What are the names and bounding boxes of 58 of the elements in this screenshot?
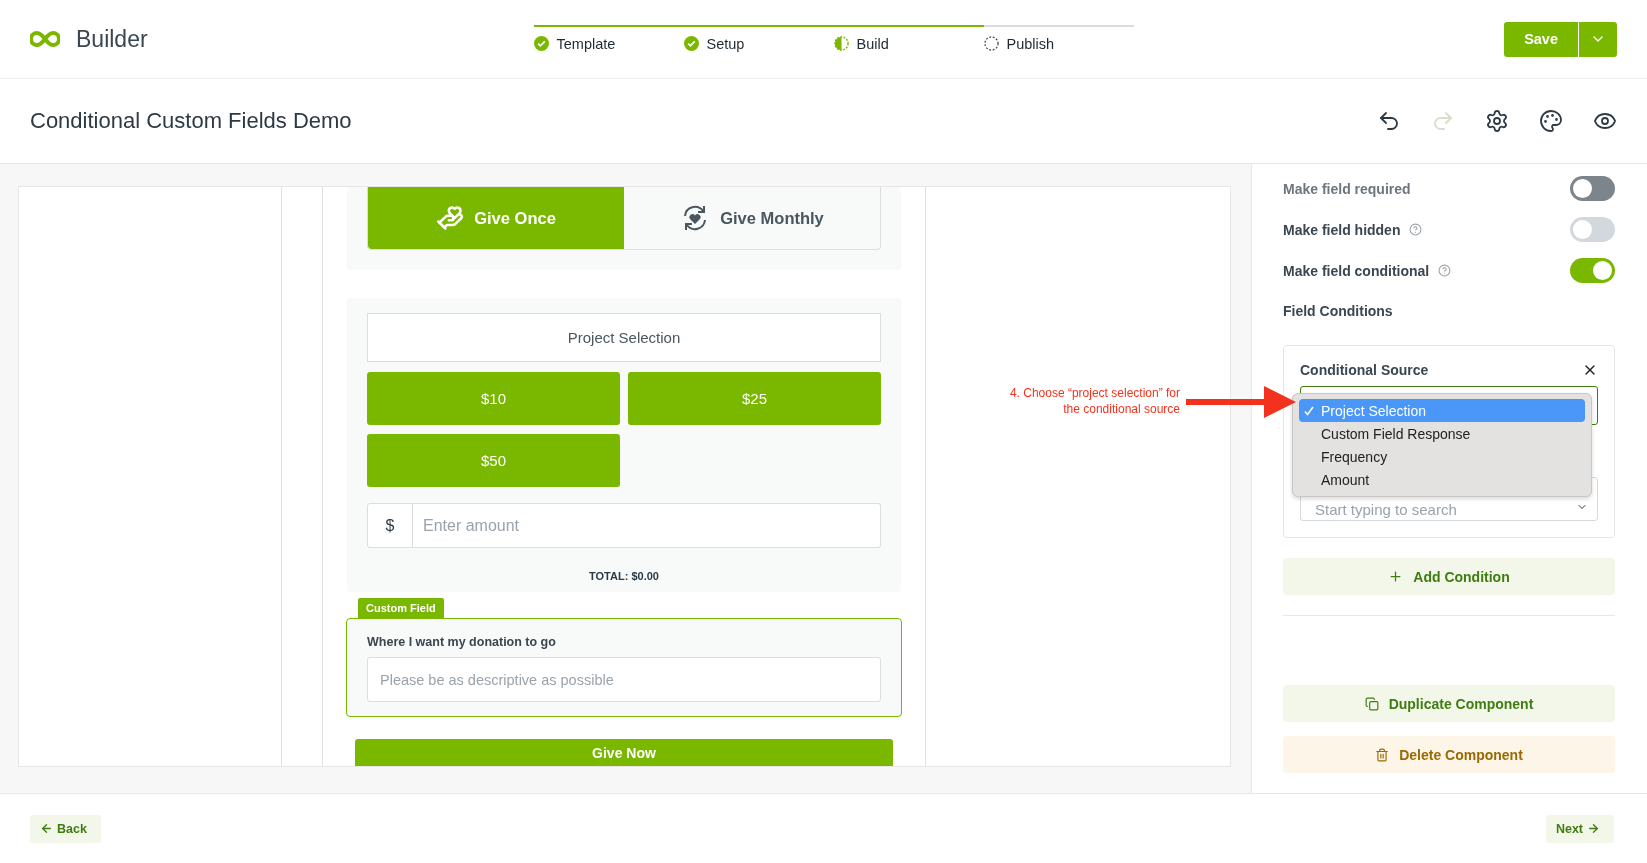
help-icon[interactable] xyxy=(1409,223,1423,236)
field-label: Where I want my donation to go xyxy=(367,635,557,649)
save-button[interactable]: Save xyxy=(1504,21,1578,57)
step-label: Template xyxy=(556,35,616,52)
arrow-left-icon xyxy=(40,822,53,835)
annotation-text: 4. Choose “project selection” for the conditional source xyxy=(1008,386,1180,418)
toggle-label: Make field conditional xyxy=(1283,262,1430,279)
page-title: Conditional Custom Fields Demo xyxy=(30,108,352,134)
dropdown-option[interactable]: Frequency xyxy=(1299,445,1585,468)
text-input-field[interactable]: Please be as descriptive as possible xyxy=(367,657,881,702)
half-circle-icon xyxy=(833,36,849,51)
next-button[interactable]: Next xyxy=(1545,814,1614,843)
step-item[interactable]: Setup xyxy=(683,24,834,52)
frequency-tab[interactable]: Give Monthly xyxy=(624,187,880,249)
amount-input[interactable]: Enter amount xyxy=(413,503,881,548)
palette-button[interactable] xyxy=(1539,109,1563,133)
dropdown-option[interactable]: Custom Field Response xyxy=(1299,422,1585,445)
settings-button[interactable] xyxy=(1485,109,1509,133)
step-item[interactable]: Template xyxy=(533,24,684,52)
dashed-circle-icon xyxy=(983,36,999,51)
plus-icon xyxy=(1388,569,1404,584)
infinity-logo-icon xyxy=(30,30,60,48)
section-heading: Field Conditions xyxy=(1283,303,1394,319)
step-label: Setup xyxy=(706,35,745,52)
copy-icon xyxy=(1364,696,1379,711)
step-item[interactable]: Build xyxy=(833,24,984,52)
project-selection-field[interactable]: Project Selection xyxy=(367,313,881,362)
check-circle-icon xyxy=(533,36,549,51)
duplicate-button[interactable]: Duplicate Component xyxy=(1283,685,1615,722)
app-name: Builder xyxy=(76,25,148,53)
annotation-arrow-icon xyxy=(1186,386,1296,418)
back-button[interactable]: Back xyxy=(30,814,101,843)
total-text: TOTAL: $0.00 xyxy=(589,570,659,582)
currency-addon: $ xyxy=(367,503,413,548)
trash-icon xyxy=(1375,747,1390,762)
undo-button[interactable] xyxy=(1377,109,1401,133)
delete-button[interactable]: Delete Component xyxy=(1283,736,1615,773)
toggle-switch[interactable] xyxy=(1570,258,1615,283)
amount-button[interactable]: $50 xyxy=(367,434,620,487)
toggle-label: Make field required xyxy=(1283,180,1411,197)
dropdown-option[interactable]: Project Selection xyxy=(1299,399,1585,422)
condition-title: Conditional Source xyxy=(1300,362,1429,378)
frequency-tab[interactable]: Give Once xyxy=(368,187,624,249)
amount-button[interactable]: $25 xyxy=(628,372,881,425)
custom-field-tag: Custom Field xyxy=(358,598,444,618)
check-circle-icon xyxy=(683,36,699,51)
toggle-switch[interactable] xyxy=(1570,217,1615,242)
step-item[interactable]: Publish xyxy=(983,24,1134,52)
arrow-right-icon xyxy=(1587,822,1600,835)
help-icon[interactable] xyxy=(1438,264,1452,277)
hand-heart-icon xyxy=(436,204,465,232)
save-options-button[interactable] xyxy=(1579,21,1617,57)
give-now-button[interactable]: Give Now xyxy=(355,739,893,766)
step-label: Publish xyxy=(1006,35,1055,52)
toggle-label: Make field hidden xyxy=(1283,221,1401,238)
add-condition-button[interactable]: Add Condition xyxy=(1283,558,1615,595)
amount-button[interactable]: $10 xyxy=(367,372,620,425)
step-label: Build xyxy=(856,35,889,52)
